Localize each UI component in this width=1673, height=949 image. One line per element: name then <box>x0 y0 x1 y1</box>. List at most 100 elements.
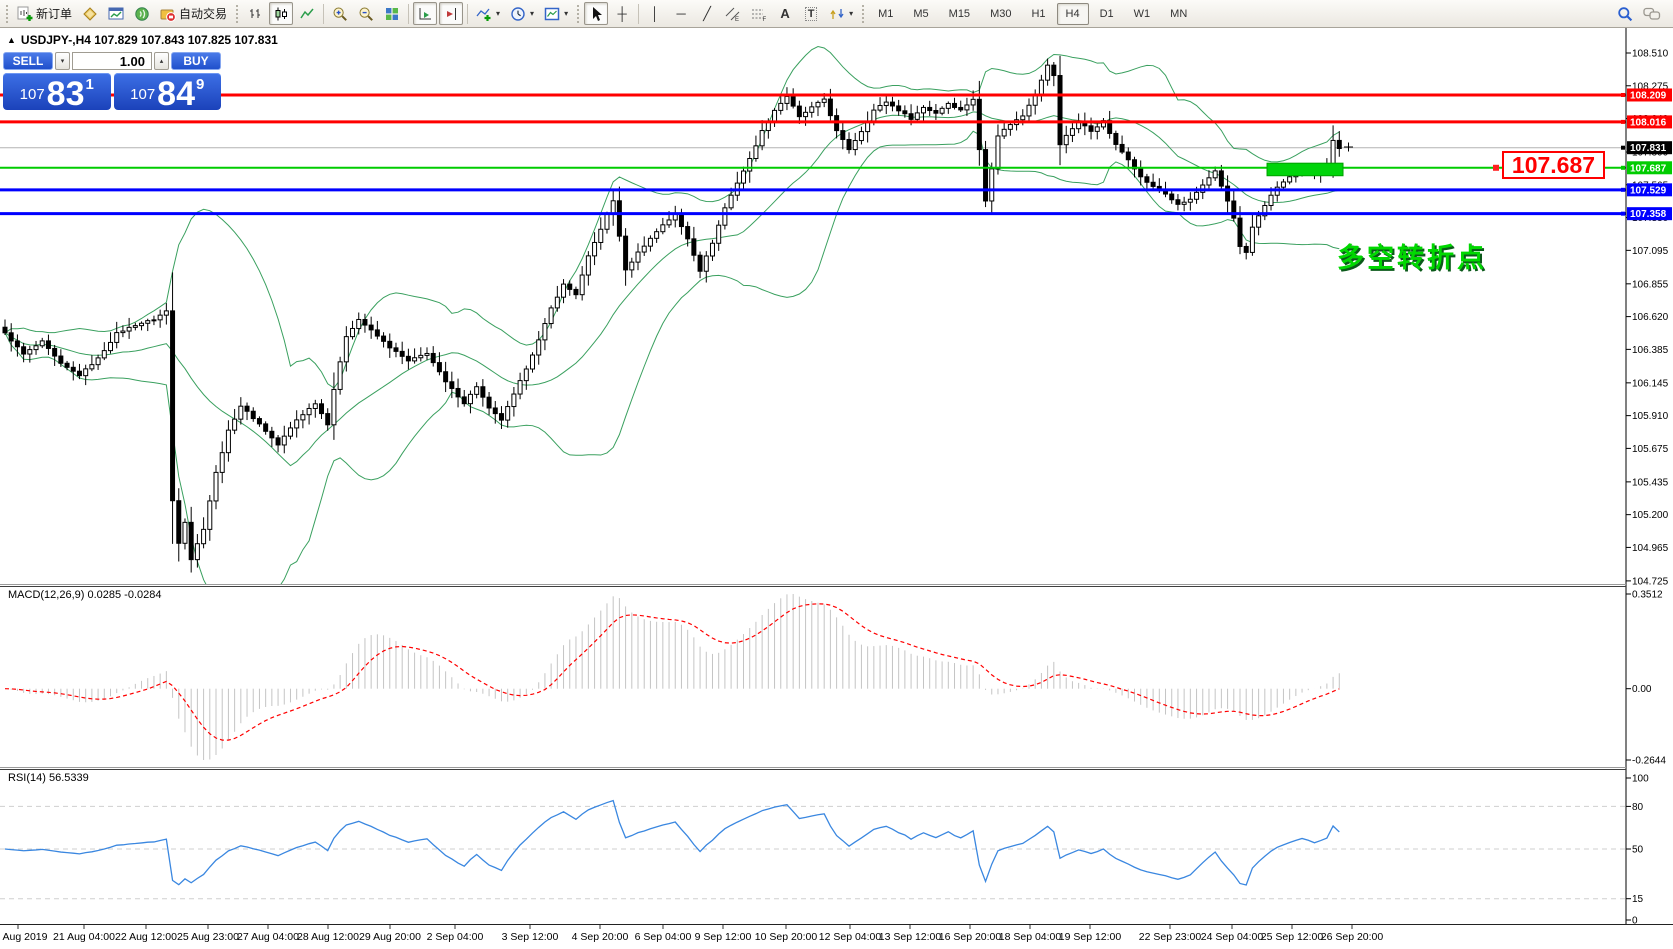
group-grip[interactable] <box>861 4 865 24</box>
indicators-button[interactable]: ▾ <box>472 2 504 25</box>
vertical-line-icon: │ <box>651 6 659 21</box>
candles-layer <box>3 56 1341 573</box>
timeframe-mn[interactable]: MN <box>1161 3 1196 25</box>
svg-text:0.3512: 0.3512 <box>1632 590 1663 601</box>
time-tick-label: 13 Sep 12:00 <box>879 931 942 943</box>
sound-button[interactable] <box>130 2 154 25</box>
cursor-button[interactable] <box>584 2 608 25</box>
timeframe-m1[interactable]: M1 <box>869 3 902 25</box>
chart-window-icon <box>108 6 124 22</box>
timeframe-m30[interactable]: M30 <box>981 3 1020 25</box>
time-tick-label: 28 Aug 12:00 <box>297 931 359 943</box>
crosshair-button[interactable]: ┼ <box>610 2 634 25</box>
quotes-button[interactable] <box>78 2 102 25</box>
separator <box>408 4 409 24</box>
trendline-button[interactable]: ╱ <box>695 2 719 25</box>
timeframe-w1[interactable]: W1 <box>1125 3 1160 25</box>
toolbar-grip[interactable] <box>5 4 9 24</box>
price-tick-label: 106.620 <box>1632 312 1669 323</box>
time-tick-label: 12 Sep 04:00 <box>819 931 882 943</box>
candlestick-chart-button[interactable] <box>269 2 293 25</box>
sell-price-prefix: 107 <box>20 86 45 103</box>
auto-scroll-button[interactable] <box>413 2 437 25</box>
group-grip[interactable] <box>235 4 239 24</box>
zoom-in-button[interactable] <box>328 2 352 25</box>
timeframe-h4[interactable]: H4 <box>1057 3 1089 25</box>
new-order-button[interactable]: 新订单 <box>13 2 76 25</box>
line-handle[interactable] <box>1493 165 1499 171</box>
bar-chart-button[interactable] <box>243 2 267 25</box>
green-rectangle-object[interactable] <box>1267 163 1343 176</box>
horizontal-line-icon: ─ <box>676 6 685 21</box>
rsi-label: RSI(14) 56.5339 <box>8 772 89 784</box>
time-tick-label: 26 Sep 20:00 <box>1321 931 1384 943</box>
time-tick-label: 22 Sep 23:00 <box>1139 931 1202 943</box>
chart-title-text: USDJPY-,H4 107.829 107.843 107.825 107.8… <box>21 33 278 47</box>
volume-decrease-button[interactable]: ▾ <box>55 52 70 70</box>
sell-price-sup: 1 <box>86 76 94 93</box>
timeframe-d1[interactable]: D1 <box>1091 3 1123 25</box>
timeframe-m15[interactable]: M15 <box>940 3 979 25</box>
macd-signal-line <box>5 604 1339 740</box>
price-tick-label: 106.385 <box>1632 345 1669 356</box>
dropdown-icon[interactable]: ▾ <box>564 9 568 18</box>
horizontal-line-button[interactable]: ─ <box>669 2 693 25</box>
chart-window-button[interactable] <box>104 2 128 25</box>
price-tick-label: 108.510 <box>1632 49 1669 60</box>
line-chart-button[interactable] <box>295 2 319 25</box>
group-grip[interactable] <box>576 4 580 24</box>
zoom-out-button[interactable] <box>354 2 378 25</box>
time-axis[interactable]: 19 Aug 201921 Aug 04:0022 Aug 12:0025 Au… <box>0 925 1383 943</box>
line-chart-icon <box>299 6 315 22</box>
svg-text:15: 15 <box>1632 894 1644 905</box>
dropdown-icon[interactable]: ▾ <box>849 9 853 18</box>
tile-windows-button[interactable] <box>380 2 404 25</box>
text-label-button[interactable]: T <box>799 2 823 25</box>
price-tick-label: 107.095 <box>1632 246 1669 257</box>
indicator-axes: 0.35120.00-0.26441008050150 <box>1626 590 1666 927</box>
price-axis[interactable]: 108.510108.275108.040107.800107.565107.3… <box>1626 49 1669 588</box>
chart-shift-button[interactable] <box>439 2 463 25</box>
templates-button[interactable]: ▾ <box>540 2 572 25</box>
fibonacci-button[interactable]: F <box>747 2 771 25</box>
search-button[interactable] <box>1613 2 1637 25</box>
vertical-line-button[interactable]: │ <box>643 2 667 25</box>
chinese-annotation[interactable]: 多空转折点 <box>1337 236 1487 275</box>
volume-input[interactable] <box>72 52 152 70</box>
time-tick-label: 2 Sep 04:00 <box>427 931 484 943</box>
timeframe-h1[interactable]: H1 <box>1022 3 1054 25</box>
equidistant-channel-button[interactable]: E <box>721 2 745 25</box>
zoom-out-icon <box>358 6 374 22</box>
periods-button[interactable]: ▾ <box>506 2 538 25</box>
chat-icon <box>1643 6 1661 22</box>
sound-icon <box>134 6 150 22</box>
time-tick-label: 27 Aug 04:00 <box>237 931 299 943</box>
time-tick-label: 19 Sep 12:00 <box>1059 931 1122 943</box>
buy-price-box[interactable]: 107849 <box>114 73 222 110</box>
dropdown-icon[interactable]: ▾ <box>496 9 500 18</box>
svg-text:E: E <box>735 17 739 22</box>
text-button[interactable]: A <box>773 2 797 25</box>
auto-trading-button[interactable]: 自动交易 <box>156 2 231 25</box>
price-callout-box[interactable]: 107.687 <box>1502 151 1605 179</box>
price-tick-label: 105.200 <box>1632 510 1669 521</box>
time-tick-label: 4 Sep 20:00 <box>572 931 629 943</box>
arrows-button[interactable]: ▾ <box>825 2 857 25</box>
time-tick-label: 18 Sep 04:00 <box>999 931 1062 943</box>
sell-price-box[interactable]: 107831 <box>3 73 111 110</box>
new-order-label: 新订单 <box>36 5 72 22</box>
chart-canvas[interactable]: 108.510108.275108.040107.800107.565107.3… <box>0 0 1673 949</box>
time-tick-label: 25 Aug 23:00 <box>177 931 239 943</box>
buy-button[interactable]: BUY <box>171 52 221 70</box>
timeframe-m5[interactable]: M5 <box>904 3 937 25</box>
bar-chart-icon <box>247 6 263 22</box>
time-tick-label: 21 Aug 04:00 <box>53 931 115 943</box>
cursor-icon <box>588 6 604 22</box>
dropdown-icon[interactable]: ▾ <box>530 9 534 18</box>
auto-trading-icon <box>160 6 176 22</box>
trendline-icon: ╱ <box>703 6 711 22</box>
sell-button[interactable]: SELL <box>3 52 53 70</box>
chat-button[interactable] <box>1639 2 1665 25</box>
collapse-icon[interactable]: ▲ <box>7 35 16 45</box>
volume-increase-button[interactable]: ▴ <box>154 52 169 70</box>
